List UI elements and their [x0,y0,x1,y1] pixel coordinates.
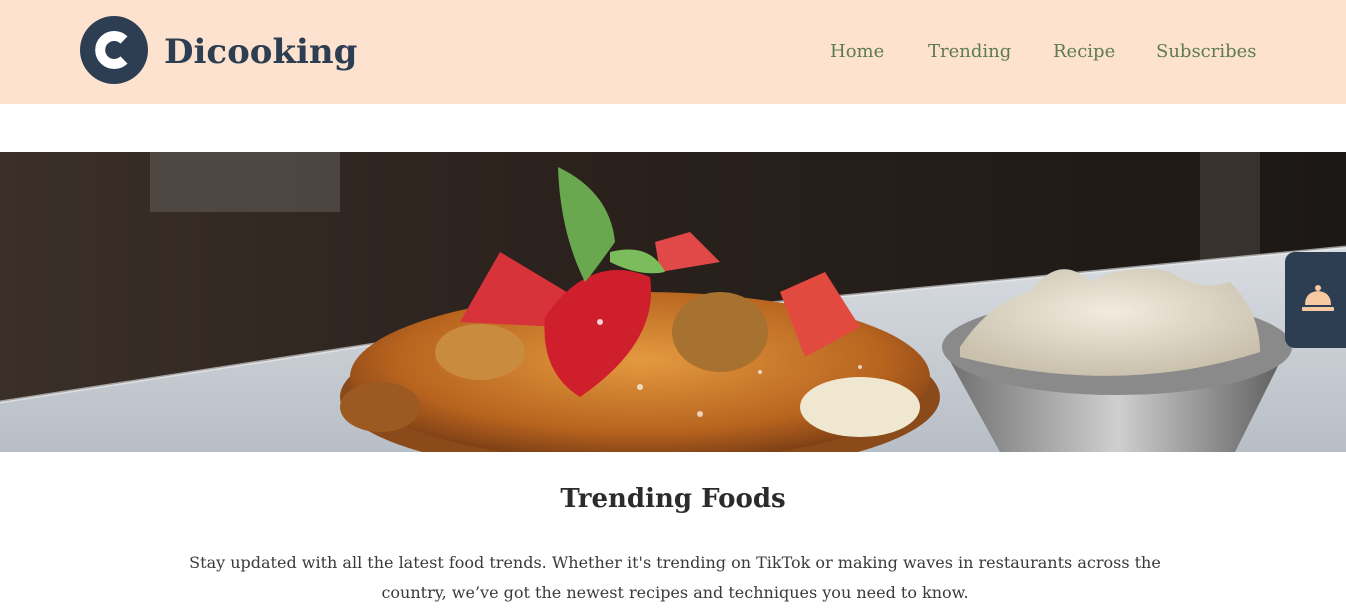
service-bell-button[interactable] [1285,252,1346,348]
site-header: Dicooking Home Trending Recipe Subscribe… [0,0,1346,104]
service-bell-icon [1302,285,1334,311]
nav-recipe[interactable]: Recipe [1053,38,1115,66]
section-title: Trending Foods [560,484,786,514]
hero-image [0,152,1346,452]
nav-trending[interactable]: Trending [928,38,1011,66]
nav-home[interactable]: Home [830,38,884,66]
brand-name[interactable]: Dicooking [164,30,357,74]
nav-subscribes[interactable]: Subscribes [1156,38,1257,66]
section-description: Stay updated with all the latest food tr… [189,553,1161,602]
c-logo-icon[interactable] [80,16,148,84]
